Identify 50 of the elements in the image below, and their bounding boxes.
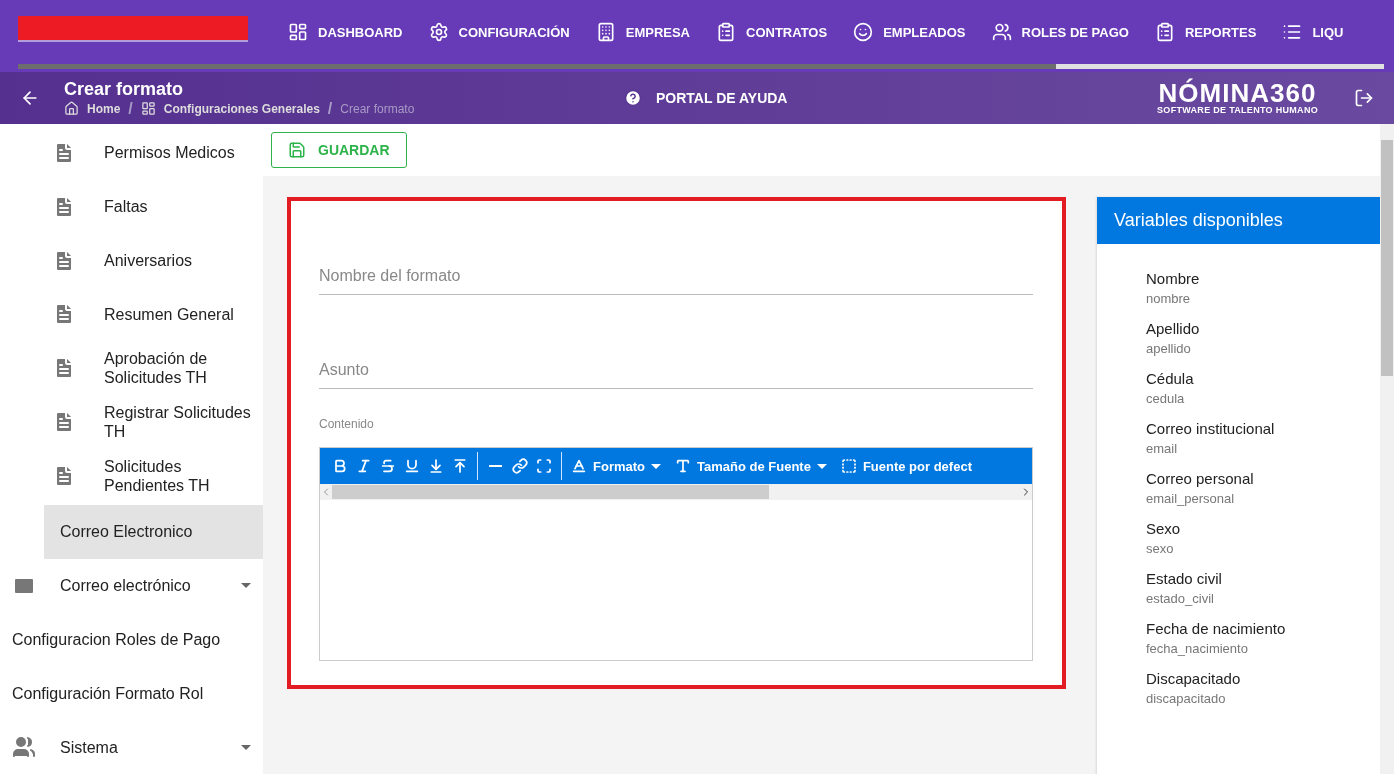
variable-label[interactable]: Correo personal (1146, 470, 1380, 487)
nav-item[interactable]: EMPLEADOS (853, 22, 966, 42)
toolbar-dropdown[interactable]: Formato (567, 458, 665, 474)
variable-label[interactable]: Correo institucional (1146, 420, 1380, 437)
sidebar-item[interactable]: Registrar Solicitudes TH (0, 395, 263, 449)
nav-item[interactable]: REPORTES (1154, 22, 1257, 42)
nav-item[interactable]: LIQU (1282, 22, 1344, 42)
help-portal-link[interactable]: PORTAL DE AYUDA (656, 90, 788, 106)
toolbar-dropdown[interactable]: Tamaño de Fuente (671, 458, 831, 474)
variable-key: apellido (1146, 341, 1380, 356)
nav-item[interactable]: CONTRATOS (716, 22, 828, 42)
sidebar-item[interactable]: Permisos Medicos (0, 126, 263, 180)
variable-key: sexo (1146, 541, 1380, 556)
sidebar-item[interactable]: Correo electrónico (0, 558, 263, 613)
panel-header: Variables disponibles (1097, 197, 1380, 244)
variable-key: nombre (1146, 291, 1380, 306)
variable-label[interactable]: Sexo (1146, 520, 1380, 537)
variable-key: discapacitado (1146, 691, 1380, 706)
breadcrumb-separator: / (327, 99, 333, 118)
variable-key: email_personal (1146, 491, 1380, 506)
variable-label[interactable]: Fecha de nacimiento (1146, 620, 1380, 637)
nav-item[interactable]: CONFIGURACIÓN (428, 22, 570, 42)
sidebar-item[interactable]: Sistema (0, 720, 263, 774)
sidebar-item[interactable]: Aniversarios (0, 233, 263, 288)
sidebar-item[interactable]: Configuración Formato Rol (0, 666, 263, 721)
variable-label[interactable]: Discapacitado (1146, 670, 1380, 687)
variable-label[interactable]: Nombre (1146, 270, 1380, 287)
sidebar-item[interactable]: Aprobación de Solicitudes TH (0, 341, 263, 396)
logo-tagline: SOFTWARE DE TALENTO HUMANO (1157, 105, 1318, 115)
variable-key: cedula (1146, 391, 1380, 406)
breadcrumb-link[interactable]: Home (87, 101, 121, 116)
content-label: Contenido (319, 417, 375, 431)
sidebar-item[interactable]: Correo Electronico (44, 504, 263, 559)
sidebar-item[interactable]: Faltas (0, 179, 263, 234)
nav-item[interactable]: DASHBOARD (288, 22, 403, 42)
page-title: Crear formato (64, 78, 185, 100)
sidebar-item[interactable]: Resumen General (0, 287, 263, 342)
variable-label[interactable]: Apellido (1146, 320, 1380, 337)
variable-label[interactable]: Cédula (1146, 370, 1380, 387)
toolbar-dropdown[interactable]: Fuente por defect (836, 458, 976, 474)
breadcrumb-separator: / (128, 99, 133, 118)
breadcrumb-link[interactable]: Configuraciones Generales (163, 101, 320, 116)
nav-item[interactable]: EMPRESA (595, 22, 690, 42)
variable-key: fecha_nacimiento (1146, 641, 1380, 656)
sidebar-item[interactable]: Configuracion Roles de Pago (0, 612, 263, 667)
nav-item[interactable]: ROLES DE PAGO (991, 22, 1129, 42)
variable-key: email (1146, 441, 1380, 456)
variable-label[interactable]: Estado civil (1146, 570, 1380, 587)
sidebar-item[interactable]: Solicitudes Pendientes TH (0, 448, 263, 503)
variable-key: estado_civil (1146, 591, 1380, 606)
